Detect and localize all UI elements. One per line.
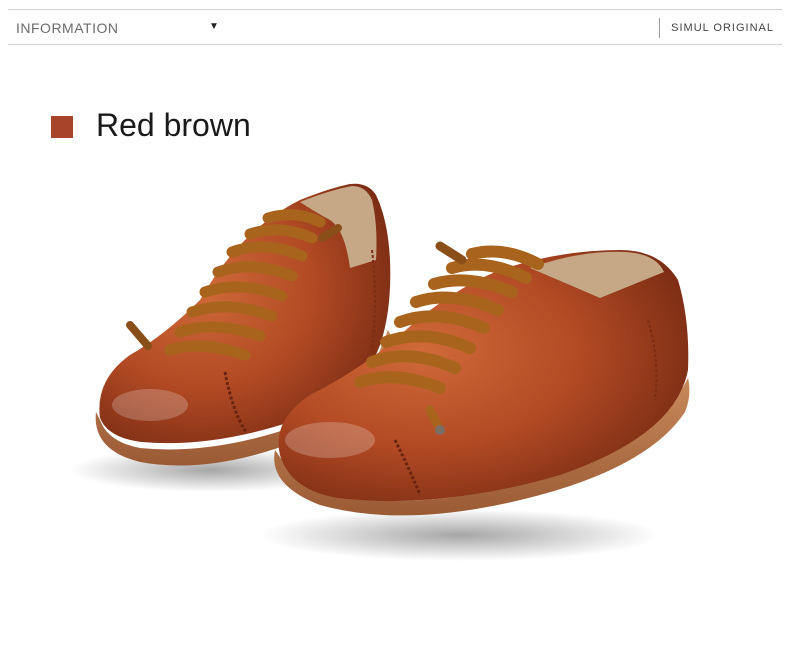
chevron-down-icon[interactable]: ▼	[209, 21, 219, 32]
right-lace-tip	[435, 425, 445, 435]
right-shoe-shadow	[260, 509, 660, 561]
product-image	[70, 183, 690, 561]
left-lace-end	[126, 321, 152, 350]
header-divider	[659, 18, 660, 38]
right-lace-knot-top	[435, 241, 467, 265]
information-menu-label[interactable]: INFORMATION	[16, 20, 118, 36]
color-swatch	[51, 116, 73, 138]
top-info-bar: INFORMATION ▼ SIMUL ORIGINAL	[8, 9, 782, 45]
left-shoe-highlight	[112, 389, 188, 421]
color-name-label: Red brown	[96, 107, 251, 143]
brand-label: SIMUL ORIGINAL	[671, 22, 774, 34]
right-shoe-highlight	[285, 422, 375, 458]
